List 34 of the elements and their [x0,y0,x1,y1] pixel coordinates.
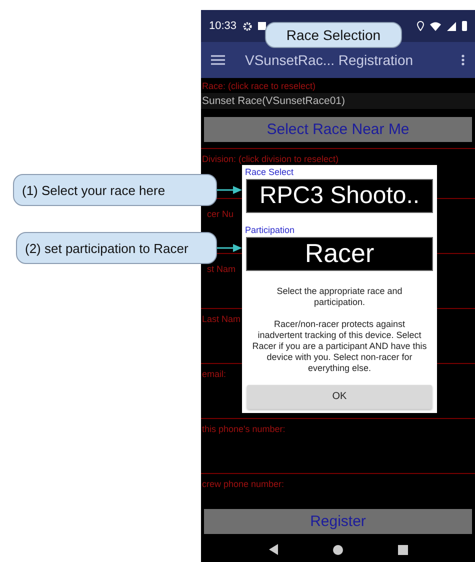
race-label: Race: (click race to reselect) [202,81,317,91]
location-icon [417,21,424,31]
participation-heading: Participation [244,224,296,237]
annotation-callout: (1) Select your race here [13,174,217,206]
menu-icon[interactable] [211,55,225,65]
field-label: crew phone number: [202,479,284,489]
dialog-message: Racer/non-racer protects against inadvertent tracking of this device. Select Racer if you are a participant AND have this device with you. Select non-racer for everything else. [252,318,427,374]
arrow-icon [217,243,242,253]
wifi-icon [430,22,441,30]
field-label: email: [202,369,226,379]
more-icon[interactable] [461,54,465,66]
battery-icon [462,21,467,31]
race-select-field[interactable]: RPC3 Shooto.. [246,179,433,213]
square-icon [258,22,266,30]
field-label: st Nam [207,264,236,274]
app-title: VSunsetRac... Registration [245,52,414,68]
participation-field[interactable]: Racer [246,236,433,271]
race-select-heading: Race Select [244,166,295,179]
field-label: this phone's number: [202,424,286,434]
status-time: 10:33 [209,20,237,32]
home-icon[interactable] [332,544,342,554]
field-label: Last Nam [202,314,241,324]
dialog-message: Select the appropriate race and participation. [276,286,404,308]
back-icon[interactable] [268,544,278,555]
field-label: Division: (click division to reselect) [202,154,339,164]
gear-icon [242,22,252,30]
recents-icon[interactable] [398,544,408,554]
race-value[interactable]: Sunset Race(VSunsetRace01) [201,93,475,109]
signal-icon [447,22,456,30]
annotation-callout: (2) set participation to Racer [16,232,217,264]
arrow-icon [217,185,242,195]
ok-button[interactable]: OK [247,384,432,409]
title-callout: Race Selection [265,22,402,48]
field-label: cer Nu [207,209,234,219]
